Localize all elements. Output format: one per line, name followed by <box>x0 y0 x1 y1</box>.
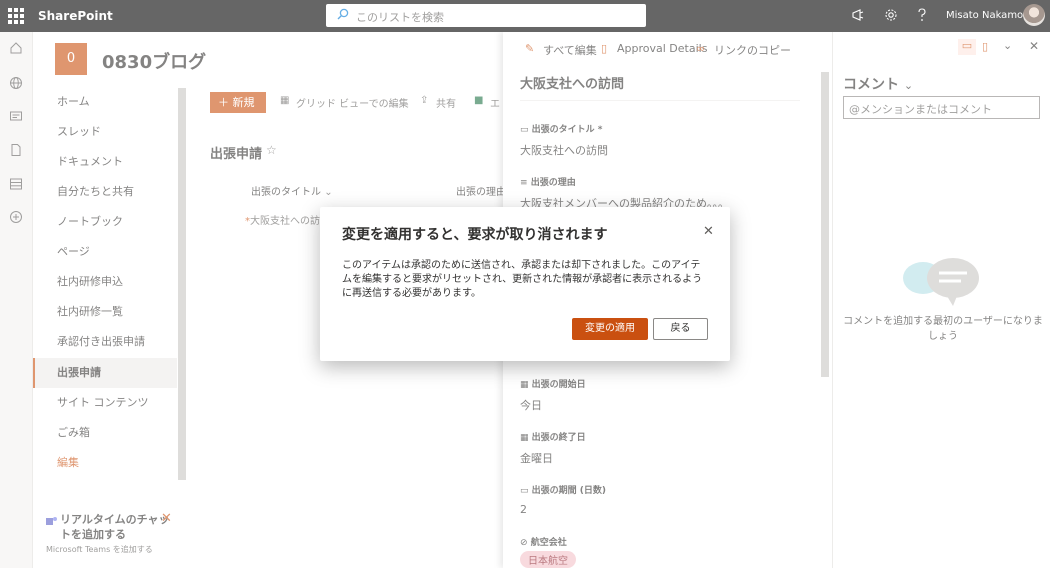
back-button[interactable]: 戻る <box>653 318 708 340</box>
dialog-message: このアイテムは承認のために送信され、承認または却下されました。このアイテムを編集… <box>342 260 703 299</box>
dialog-title: 変更を適用すると、要求が取り消されます <box>342 227 608 243</box>
dialog-close-icon[interactable]: ✕ <box>703 224 714 239</box>
confirm-dialog: 変更を適用すると、要求が取り消されます ✕ このアイテムは承認のために送信され、… <box>320 207 730 361</box>
apply-changes-button[interactable]: 変更の適用 <box>572 318 648 340</box>
